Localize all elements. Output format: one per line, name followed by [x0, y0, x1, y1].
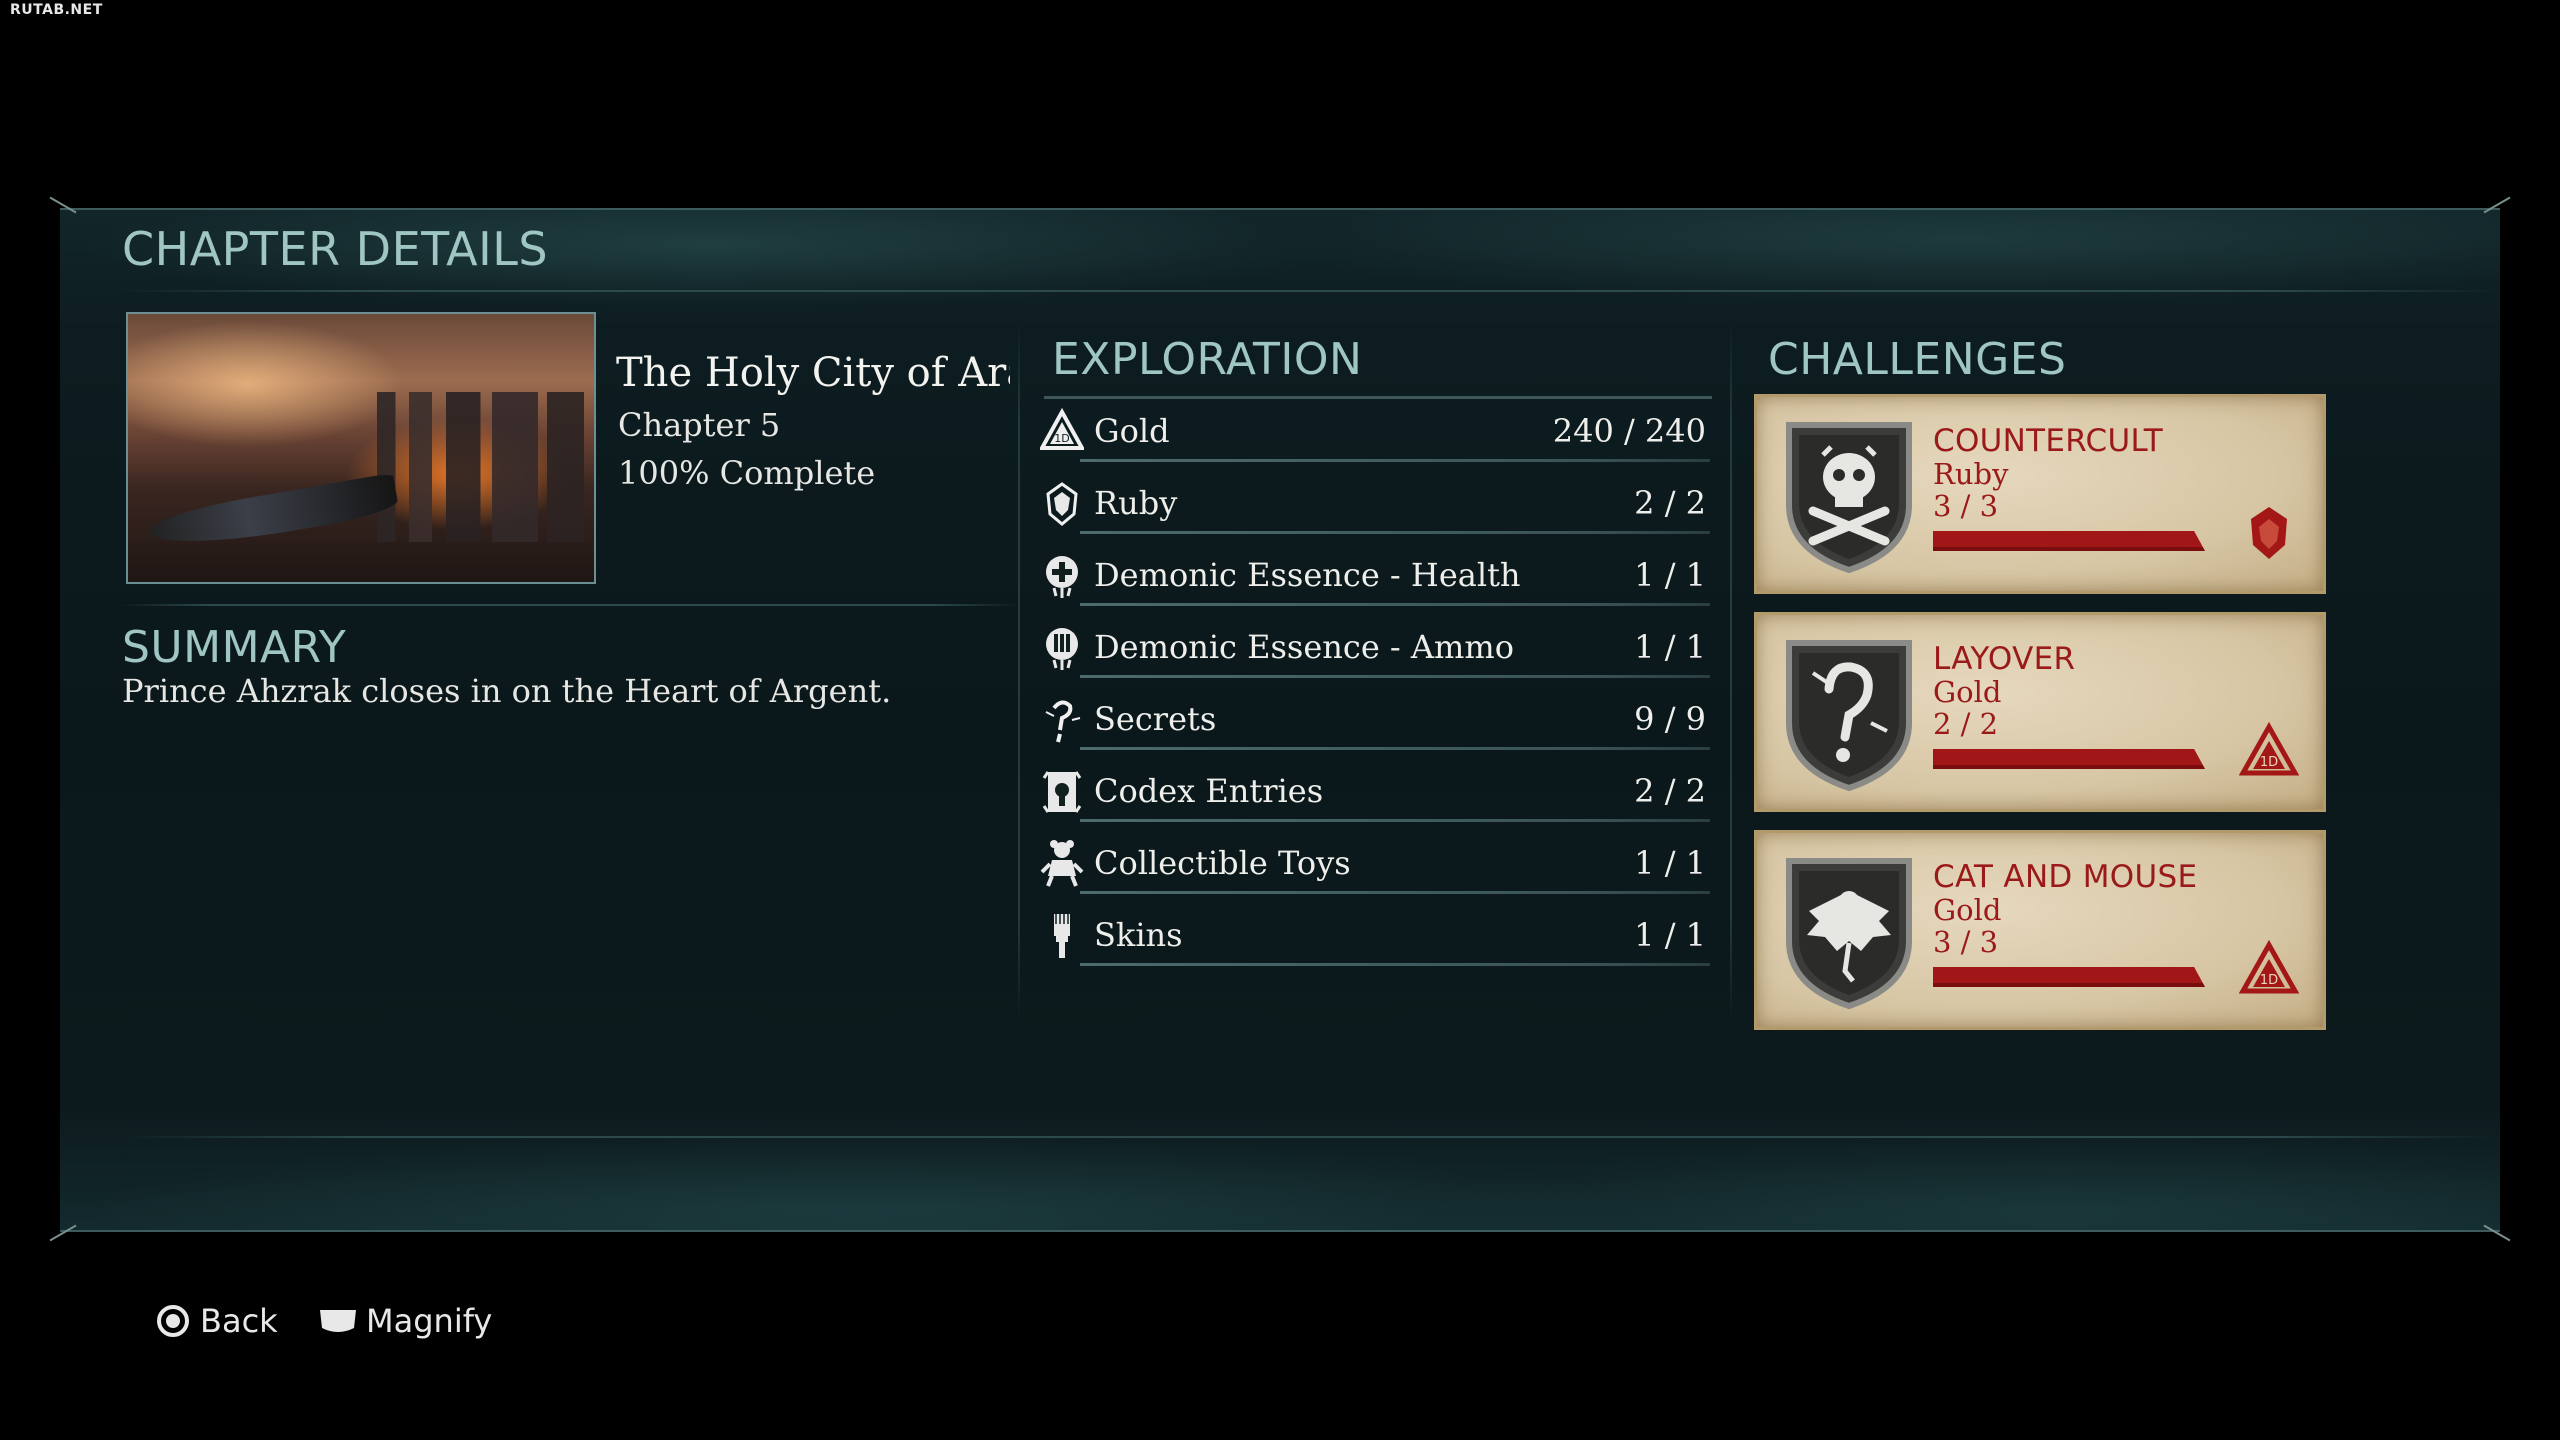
challenge-card-layover[interactable]: LAYOVER Gold 2 / 2 1D	[1754, 612, 2326, 812]
exploration-row-ruby: Ruby 2 / 2	[1040, 470, 1710, 536]
divider	[120, 604, 1020, 606]
exploration-row-codex: Codex Entries 2 / 2	[1040, 758, 1710, 824]
svg-text:1D: 1D	[2260, 755, 2278, 770]
challenge-progress-bar	[1933, 531, 2205, 551]
gold-triangle-icon: 1D	[1040, 407, 1084, 450]
row-rule	[1080, 675, 1710, 678]
chapter-title: The Holy City of Ara	[616, 350, 1010, 396]
magnify-label: Magnify	[366, 1302, 493, 1340]
skin-brush-icon	[1054, 914, 1070, 958]
challenges-heading: CHALLENGES	[1768, 334, 2067, 385]
exploration-label: Codex Entries	[1094, 772, 1324, 810]
exploration-row-gold: 1D Gold 240 / 240	[1040, 398, 1710, 464]
row-rule	[1080, 531, 1710, 534]
exploration-value: 1 / 1	[1634, 844, 1706, 882]
toy-icon	[1040, 840, 1084, 887]
row-rule	[1080, 891, 1710, 894]
divider	[120, 290, 2500, 292]
back-label: Back	[200, 1302, 278, 1340]
exploration-label: Skins	[1094, 916, 1183, 954]
ruby-icon	[1046, 482, 1078, 526]
exploration-value: 1 / 1	[1634, 628, 1706, 666]
chapter-thumbnail	[126, 312, 596, 584]
exploration-label: Secrets	[1094, 700, 1217, 738]
secrets-icon	[1045, 700, 1081, 743]
watermark: RUTAB.NET	[10, 2, 103, 18]
exploration-label: Demonic Essence - Health	[1094, 556, 1521, 594]
challenge-name: CAT AND MOUSE	[1933, 859, 2198, 895]
ammo-essence-icon	[1046, 628, 1078, 670]
exploration-label: Demonic Essence - Ammo	[1094, 628, 1514, 666]
ruby-icon	[2251, 507, 2287, 559]
exploration-row-ammo-essence: Demonic Essence - Ammo 1 / 1	[1040, 614, 1710, 680]
challenge-progress-bar	[1933, 967, 2205, 987]
health-essence-icon	[1046, 556, 1078, 598]
row-rule	[1080, 459, 1710, 462]
exploration-value: 2 / 2	[1634, 484, 1706, 522]
exploration-value: 240 / 240	[1552, 412, 1706, 450]
row-rule	[1080, 747, 1710, 750]
skull-crossbones-icon	[1786, 422, 1912, 574]
challenge-progress: 3 / 3	[1933, 925, 1999, 959]
exploration-value: 1 / 1	[1634, 916, 1706, 954]
winged-demon-icon	[1786, 858, 1912, 1010]
summary-heading: SUMMARY	[122, 622, 347, 673]
airship	[146, 472, 400, 556]
city-towers	[354, 392, 584, 542]
exploration-heading: EXPLORATION	[1052, 334, 1363, 385]
exploration-row-skins: Skins 1 / 1	[1040, 902, 1710, 968]
panel-title: CHAPTER DETAILS	[122, 222, 549, 276]
exploration-row-secrets: Secrets 9 / 9	[1040, 686, 1710, 752]
codex-icon	[1042, 771, 1082, 813]
challenge-progress: 2 / 2	[1933, 707, 1999, 741]
summary-text: Prince Ahzrak closes in on the Heart of …	[122, 672, 892, 710]
exploration-label: Gold	[1094, 412, 1170, 450]
chapter-number: Chapter 5	[618, 406, 781, 444]
exploration-row-toys: Collectible Toys 1 / 1	[1040, 830, 1710, 896]
exploration-value: 9 / 9	[1634, 700, 1706, 738]
gold-triangle-icon: 1D	[2239, 721, 2299, 776]
chapter-completion: 100% Complete	[618, 454, 876, 492]
magnify-button[interactable]: Magnify	[318, 1300, 492, 1340]
challenge-progress: 3 / 3	[1933, 489, 1999, 523]
row-rule	[1080, 603, 1710, 606]
column-divider	[1018, 320, 1020, 1020]
row-rule	[1080, 819, 1710, 822]
gold-triangle-icon: 1D	[2239, 939, 2299, 994]
row-rule	[1080, 963, 1710, 966]
challenge-name: COUNTERCULT	[1933, 423, 2164, 459]
exploration-label: Ruby	[1094, 484, 1178, 522]
svg-text:1D: 1D	[1054, 432, 1069, 445]
svg-text:1D: 1D	[2260, 973, 2278, 988]
touchpad-icon	[320, 1310, 356, 1332]
challenge-reward: Ruby	[1933, 457, 2009, 491]
back-button[interactable]: Back	[156, 1300, 278, 1340]
exploration-label: Collectible Toys	[1094, 844, 1351, 882]
challenge-progress-bar	[1933, 749, 2205, 769]
exploration-row-health-essence: Demonic Essence - Health 1 / 1	[1040, 542, 1710, 608]
challenge-reward: Gold	[1933, 893, 2002, 927]
exploration-value: 1 / 1	[1634, 556, 1706, 594]
challenge-card-cat-and-mouse[interactable]: CAT AND MOUSE Gold 3 / 3 1D	[1754, 830, 2326, 1030]
challenge-name: LAYOVER	[1933, 641, 2076, 677]
question-mark-icon	[1786, 640, 1912, 792]
divider	[120, 1136, 2500, 1138]
challenge-reward: Gold	[1933, 675, 2002, 709]
exploration-value: 2 / 2	[1634, 772, 1706, 810]
circle-button-icon	[157, 1305, 189, 1337]
challenge-card-countercult[interactable]: COUNTERCULT Ruby 3 / 3	[1754, 394, 2326, 594]
column-divider	[1730, 320, 1732, 1020]
